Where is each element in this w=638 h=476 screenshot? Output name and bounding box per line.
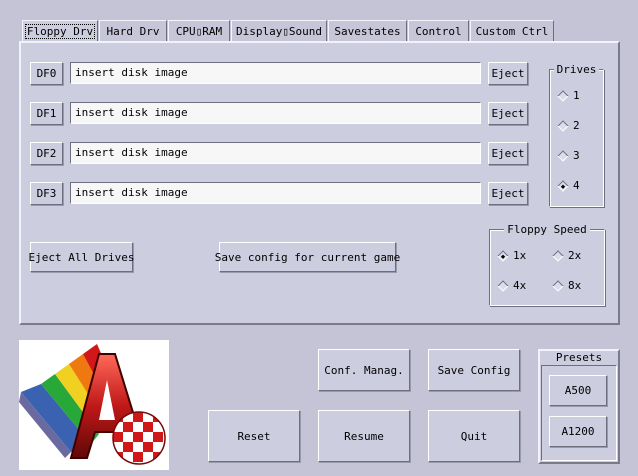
radio-label: 4x <box>513 279 527 292</box>
radio-label: 2 <box>573 119 580 132</box>
tab-custom-ctrl[interactable]: Custom Ctrl <box>470 20 554 41</box>
radio-label: 1 <box>573 89 580 102</box>
radio-label: 4 <box>573 179 580 192</box>
df3-eject-button[interactable]: Eject <box>488 182 528 205</box>
reset-button[interactable]: Reset <box>208 410 300 462</box>
tab-savestates[interactable]: Savestates <box>328 20 407 41</box>
radio-label: 3 <box>573 149 580 162</box>
drives-title: Drives <box>553 63 600 76</box>
radio-label: 2x <box>568 249 582 262</box>
conf-manag-button[interactable]: Conf. Manag. <box>318 349 410 391</box>
df0-path-field[interactable]: insert disk image <box>70 62 481 84</box>
radio-label: 8x <box>568 279 582 292</box>
quit-button[interactable]: Quit <box>428 410 520 462</box>
amiga-boing-logo-icon <box>19 340 169 470</box>
floppy-speed-group: Floppy Speed <box>489 223 605 306</box>
save-config-button[interactable]: Save Config <box>428 349 520 391</box>
preset-a500-button[interactable]: A500 <box>549 375 607 406</box>
save-config-for-current-game-button[interactable]: Save config for current game <box>215 242 400 272</box>
tab-cpu-ram[interactable]: CPU▯RAM <box>168 20 230 41</box>
radio-indicator <box>552 279 564 292</box>
tab-label: CPU▯RAM <box>175 24 223 38</box>
eject-all-drives-button[interactable]: Eject All Drives <box>29 242 134 272</box>
radio-indicator <box>497 279 509 292</box>
df0-button[interactable]: DF0 <box>30 62 63 85</box>
drives-radio-4[interactable]: 4 <box>557 179 580 192</box>
tab-control[interactable]: Control <box>408 20 469 41</box>
tab-label: Control <box>415 24 462 38</box>
drives-group-title: Drives <box>550 63 603 76</box>
df2-eject-button[interactable]: Eject <box>488 142 528 165</box>
df3-button[interactable]: DF3 <box>30 182 63 205</box>
df1-eject-button[interactable]: Eject <box>488 102 528 125</box>
preset-a1200-button[interactable]: A1200 <box>549 416 607 447</box>
radio-indicator <box>552 249 564 262</box>
df3-path-field[interactable]: insert disk image <box>70 182 481 204</box>
tab-floppy-drv[interactable]: Floppy Drv <box>22 20 98 42</box>
tab-hard-drv[interactable]: Hard Drv <box>99 20 167 41</box>
df2-path-field[interactable]: insert disk image <box>70 142 481 164</box>
floppy-speed-radio-4x[interactable]: 4x <box>497 279 527 292</box>
radio-indicator <box>557 149 569 162</box>
tab-label: Custom Ctrl <box>475 24 549 38</box>
floppy-speed-title: Floppy Speed <box>504 223 590 236</box>
tab-label: Savestates <box>334 24 401 38</box>
radio-indicator <box>557 179 569 192</box>
tab-display-sound[interactable]: Display▯Sound <box>231 20 327 41</box>
df1-path-field[interactable]: insert disk image <box>70 102 481 124</box>
df0-eject-button[interactable]: Eject <box>488 62 528 85</box>
radio-indicator <box>497 249 509 262</box>
floppy-speed-group-title: Floppy Speed <box>490 223 604 236</box>
tab-label: Floppy Drv <box>24 24 96 39</box>
df2-button[interactable]: DF2 <box>30 142 63 165</box>
floppy-speed-radio-1x[interactable]: 1x <box>497 249 527 262</box>
floppy-speed-radio-8x[interactable]: 8x <box>552 279 582 292</box>
df1-button[interactable]: DF1 <box>30 102 63 125</box>
drives-radio-1[interactable]: 1 <box>557 89 580 102</box>
floppy-speed-radio-2x[interactable]: 2x <box>552 249 582 262</box>
drives-radio-2[interactable]: 2 <box>557 119 580 132</box>
resume-button[interactable]: Resume <box>318 410 410 462</box>
presets-title: Presets <box>555 351 603 364</box>
radio-indicator <box>557 89 569 102</box>
tab-label: Display▯Sound <box>235 24 323 38</box>
drives-radio-3[interactable]: 3 <box>557 149 580 162</box>
radio-indicator <box>557 119 569 132</box>
tab-label: Hard Drv <box>106 24 160 38</box>
radio-label: 1x <box>513 249 527 262</box>
